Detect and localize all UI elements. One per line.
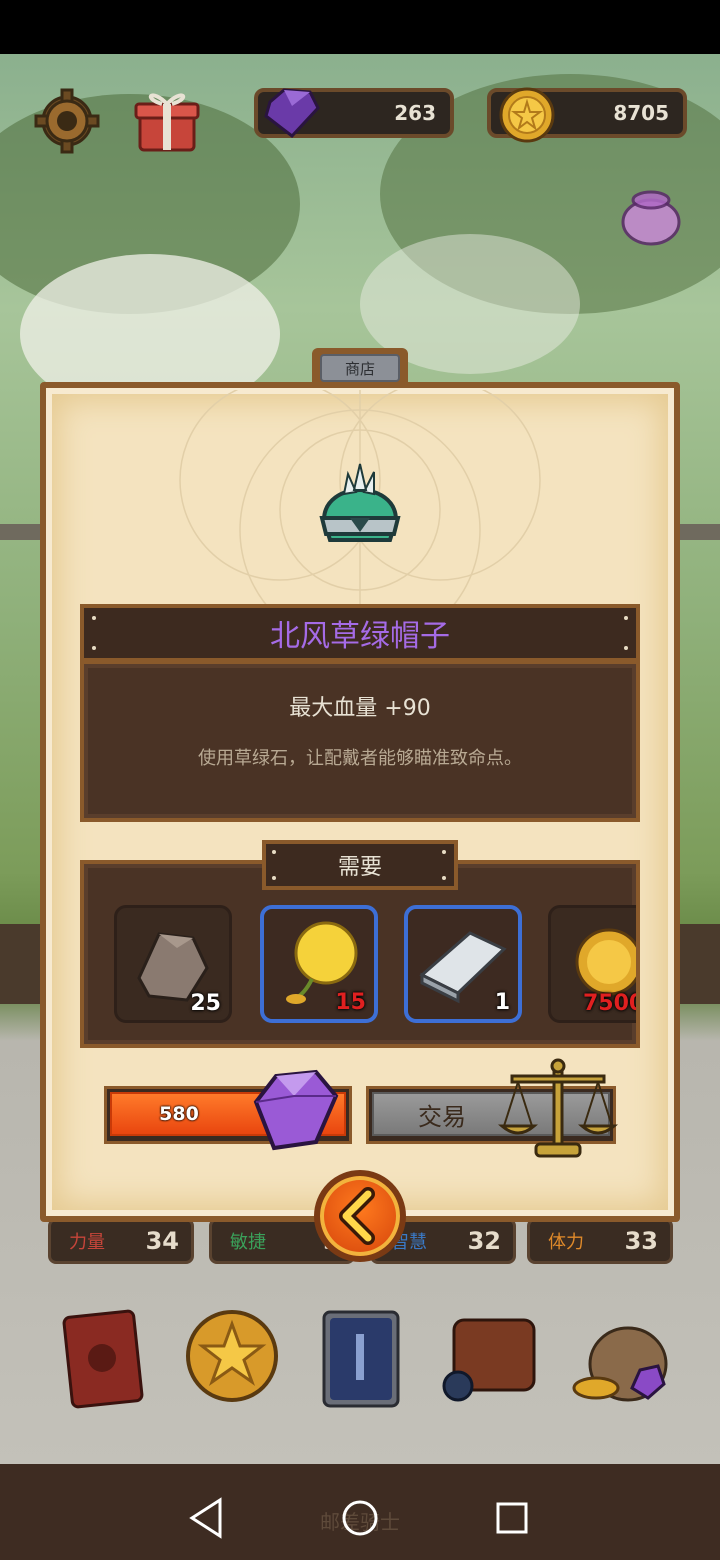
star-coin-icon[interactable] [182, 1300, 282, 1410]
loot-sack-icon[interactable] [568, 1300, 668, 1410]
stat-stamina: 体力 33 [527, 1218, 673, 1264]
requirement-qty: 1 [494, 990, 510, 1015]
purple-gem-icon [246, 1066, 342, 1154]
requirement-qty: 25 [190, 991, 221, 1016]
card-deck-icon[interactable] [310, 1300, 410, 1410]
item-description: 使用草绿石，让配戴者能够瞄准致命点。 [198, 748, 522, 769]
pink-pouch-icon[interactable] [616, 182, 686, 248]
stat-strength: 力量 34 [48, 1218, 194, 1264]
shop-tab-label: 商店 [320, 354, 400, 382]
trade-label: 交易 [418, 1102, 466, 1131]
gold-coin-icon [498, 86, 556, 144]
book-icon[interactable] [56, 1300, 156, 1410]
gem-cost: 580 [159, 1103, 199, 1125]
requirement-slot[interactable]: 25 [114, 905, 232, 1023]
stat-label: 敏捷 [230, 1232, 266, 1253]
status-bar [0, 0, 720, 54]
nav-home-icon[interactable] [340, 1496, 380, 1544]
gift-box-icon[interactable] [132, 86, 202, 156]
requirement-slot[interactable]: 1 [404, 905, 522, 1023]
settings-gear-icon[interactable] [32, 86, 102, 156]
balance-scale-icon [498, 1056, 618, 1162]
back-button[interactable] [314, 1170, 406, 1262]
gold-count: 8705 [613, 101, 669, 125]
stat-label: 力量 [69, 1232, 105, 1253]
stat-value: 33 [624, 1227, 658, 1255]
requirement-slot[interactable]: 7500 [548, 905, 640, 1023]
nav-back-icon[interactable] [188, 1496, 224, 1544]
gem-icon [262, 86, 322, 140]
inventory-bag-icon[interactable] [436, 1300, 536, 1410]
chevron-left-icon [339, 1187, 375, 1245]
stat-value: 34 [145, 1227, 179, 1255]
stat-value: 32 [467, 1227, 501, 1255]
item-name: 北风草绿帽子 [80, 604, 640, 662]
requirement-qty: 7500 [583, 991, 640, 1016]
requirements-title: 需要 [262, 840, 458, 890]
item-stat-bonus: 最大血量 +90 [289, 696, 431, 721]
green-helmet-icon [314, 460, 406, 552]
stat-label: 体力 [548, 1232, 584, 1253]
requirement-slot[interactable]: 15 [260, 905, 378, 1023]
nav-recents-icon[interactable] [494, 1496, 530, 1544]
gem-count: 263 [394, 101, 436, 125]
item-description-panel [80, 660, 640, 822]
requirement-qty: 15 [335, 990, 366, 1015]
